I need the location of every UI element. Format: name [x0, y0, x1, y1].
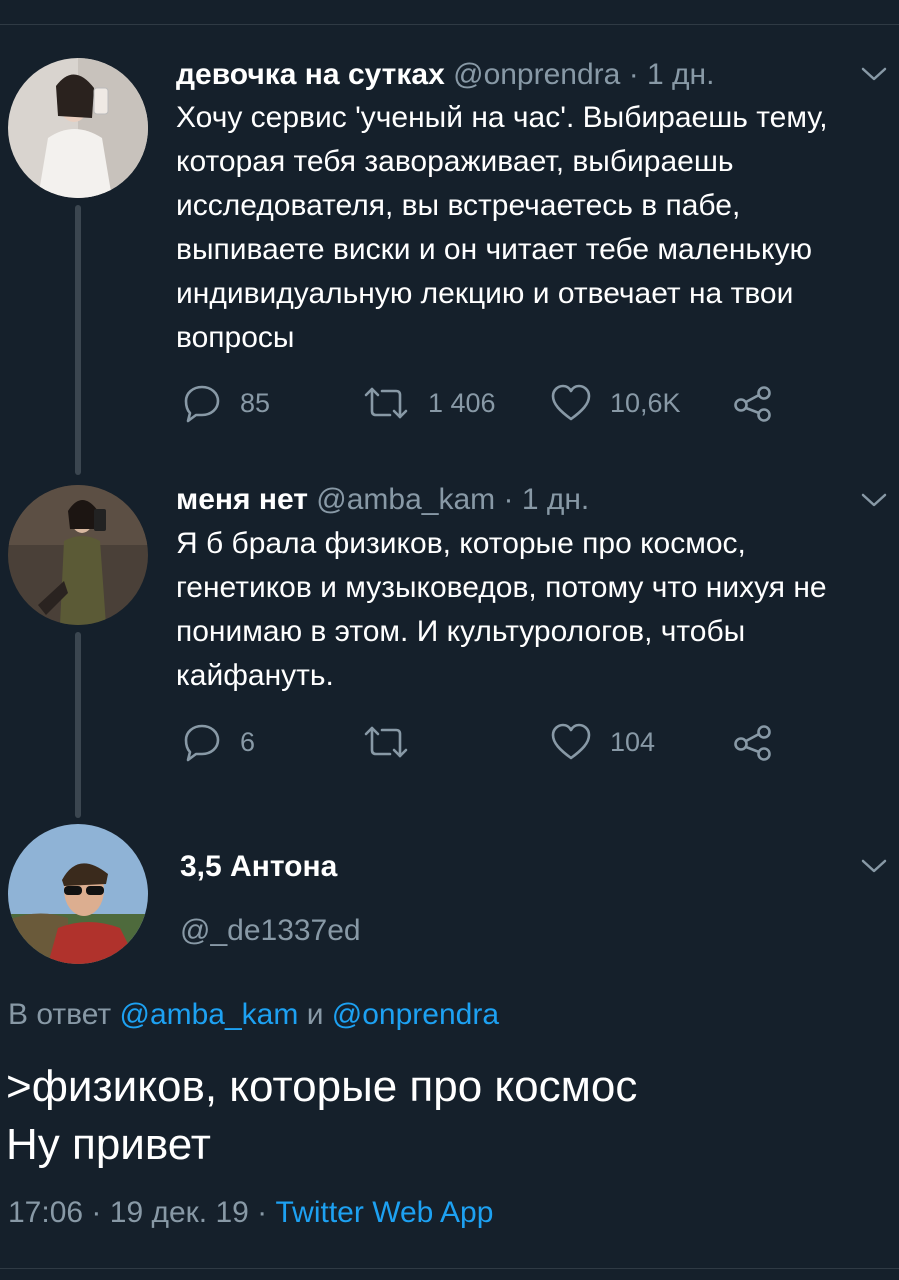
tweet-time[interactable]: 1 дн. [647, 58, 714, 91]
reply-context: В ответ @amba_kam и @onprendra [8, 998, 499, 1032]
retweet-icon [364, 726, 408, 758]
share-button[interactable] [732, 383, 774, 423]
mention-link-amba-kam[interactable]: @amba_kam [119, 998, 298, 1031]
tweet-date[interactable]: 19 дек. 19 [110, 1196, 249, 1229]
chevron-down-icon[interactable] [860, 856, 888, 876]
separator: · [628, 58, 639, 91]
share-icon [734, 725, 771, 761]
retweet-count: 1 406 [428, 387, 496, 418]
avatar-onprendra[interactable] [8, 58, 148, 198]
reply-conjunction: и [306, 998, 324, 1031]
main-tweet-name[interactable]: 3,5 Антона [180, 849, 337, 885]
tweet-timestamp[interactable]: 17:06 [8, 1196, 83, 1229]
main-tweet-text: >физиков, которые про космос Ну привет [6, 1058, 886, 1174]
meta-separator: · [91, 1196, 102, 1229]
retweet-button[interactable]: 1 406 [362, 383, 496, 423]
display-name[interactable]: 3,5 Антона [180, 850, 337, 883]
avatar-de1337ed[interactable] [8, 824, 148, 964]
user-handle[interactable]: @amba_kam [316, 483, 495, 516]
share-icon [734, 386, 771, 422]
main-tweet-handle[interactable]: @_de1337ed [180, 913, 361, 949]
chevron-down-icon[interactable] [860, 490, 888, 510]
reply-button[interactable]: 6 [182, 722, 255, 762]
thread-line-1 [75, 205, 81, 475]
main-tweet-line-1: >физиков, которые про космос [6, 1062, 638, 1111]
tweet-text: Я б брала физиков, которые про космос, г… [176, 527, 827, 692]
retweet-icon [364, 387, 408, 419]
like-icon [551, 723, 591, 760]
main-tweet-line-2: Ну привет [6, 1120, 211, 1169]
reply-prefix: В ответ [8, 998, 112, 1031]
tweet-header-1: девочка на сутках @onprendra · 1 дн. [176, 57, 714, 93]
separator: · [503, 483, 514, 516]
reply-icon [184, 724, 220, 762]
thread-line-2 [75, 632, 81, 818]
tweet-header-2: меня нет @amba_kam · 1 дн. [176, 482, 589, 518]
tweet-time[interactable]: 1 дн. [522, 483, 589, 516]
avatar-amba-kam[interactable] [8, 485, 148, 625]
tweet-source-link[interactable]: Twitter Web App [276, 1196, 494, 1229]
like-icon [551, 384, 591, 421]
reply-icon [184, 385, 220, 423]
share-button[interactable] [732, 722, 774, 762]
chevron-down-icon[interactable] [860, 64, 888, 84]
display-name[interactable]: девочка на сутках [176, 58, 445, 91]
retweet-button[interactable] [362, 722, 428, 762]
top-divider [0, 24, 899, 25]
tweet-meta: 17:06 · 19 дек. 19 · Twitter Web App [8, 1196, 493, 1230]
display-name[interactable]: меня нет [176, 483, 308, 516]
like-count: 10,6K [610, 387, 681, 418]
mention-link-onprendra[interactable]: @onprendra [332, 998, 499, 1031]
like-button[interactable]: 10,6K [550, 383, 681, 423]
user-handle[interactable]: @_de1337ed [180, 914, 361, 947]
bottom-divider [0, 1268, 899, 1269]
like-count: 104 [610, 726, 656, 757]
like-button[interactable]: 104 [550, 722, 655, 762]
user-handle[interactable]: @onprendra [453, 58, 620, 91]
reply-button[interactable]: 85 [182, 383, 270, 423]
reply-count: 6 [240, 726, 256, 757]
tweet-text: Хочу сервис 'ученый на час'. Выбираешь т… [176, 101, 828, 354]
reply-count: 85 [240, 387, 271, 418]
meta-separator: · [257, 1196, 268, 1229]
